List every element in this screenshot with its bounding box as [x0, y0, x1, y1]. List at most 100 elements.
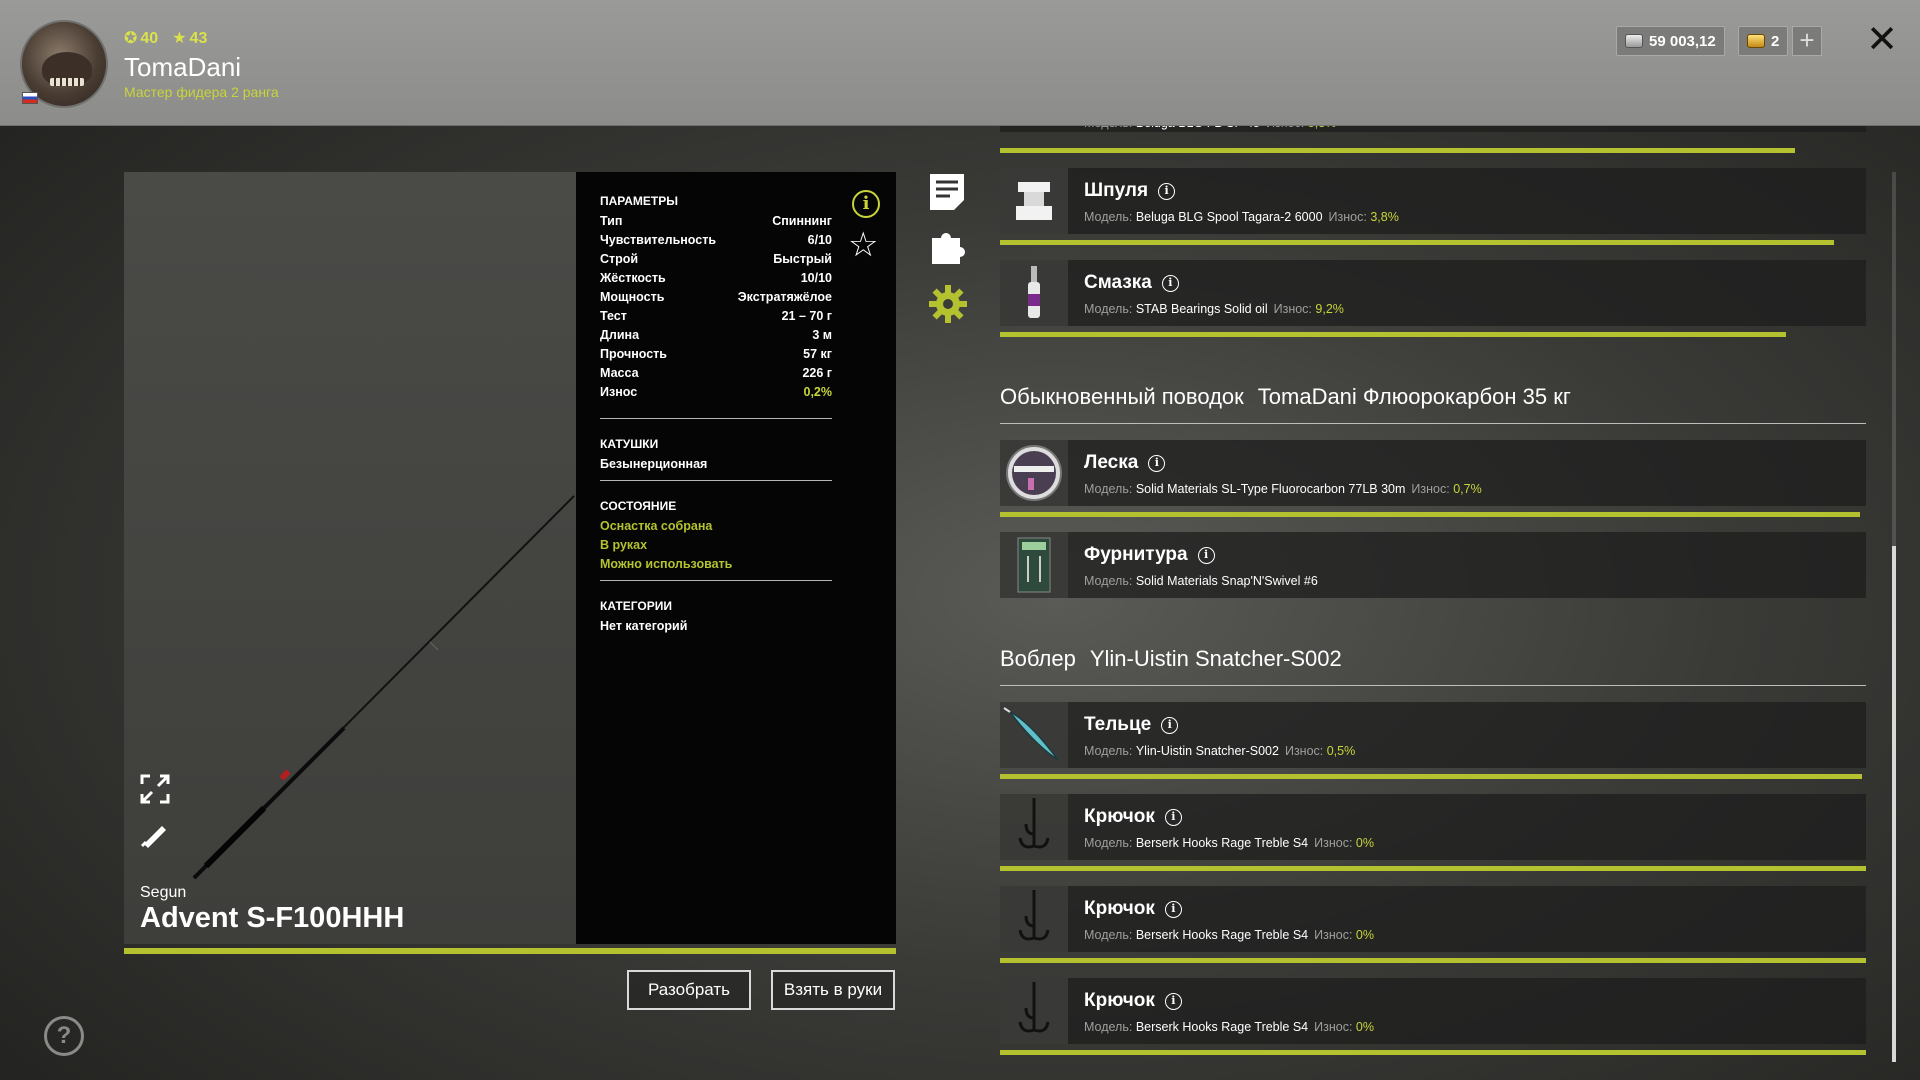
info-icon[interactable]: i	[1164, 993, 1182, 1010]
model-name: Solid Materials Snap'N'Swivel #6	[1135, 574, 1318, 588]
info-icon[interactable]: i	[1161, 717, 1179, 734]
wear-value: 0%	[1355, 1020, 1374, 1034]
wear-label: Износ:	[1411, 482, 1450, 496]
param-row: Тест 21 – 70 г	[600, 309, 832, 328]
param-row: Строй Быстрый	[600, 252, 832, 271]
section-type: Воблер	[1000, 646, 1076, 671]
list-item[interactable]: Фурнитура i Модель: Solid Materials Snap'…	[1000, 532, 1866, 598]
list-item[interactable]: Крючок i Модель: Berserk Hooks Rage Trebl…	[1000, 794, 1866, 860]
item-model: Advent S-F100HHH	[140, 902, 405, 934]
item-name: Шпуля	[1084, 180, 1149, 201]
section-name: Ylin-Uistin Snatcher-S002	[1089, 646, 1342, 671]
list-item[interactable]: Крючок i Модель: Berserk Hooks Rage Trebl…	[1000, 886, 1866, 952]
star-icon: ★	[172, 30, 187, 47]
disassemble-button[interactable]: Разобрать	[627, 970, 751, 1010]
state-usable: Можно использовать	[600, 557, 733, 571]
divider	[1000, 423, 1866, 424]
treble-hook-thumb-icon	[1000, 794, 1068, 860]
russia-flag-icon	[22, 92, 38, 104]
wear-bar	[1000, 512, 1860, 517]
list-item[interactable]: Крючок i Модель: Berserk Hooks Rage Trebl…	[1000, 978, 1866, 1044]
wear-bar	[1000, 332, 1786, 337]
info-icon[interactable]: i	[852, 190, 880, 218]
info-icon[interactable]: i	[1148, 455, 1166, 472]
info-icon[interactable]: i	[1164, 809, 1182, 826]
param-value: Спиннинг	[772, 214, 832, 228]
wear-label: Износ:	[1314, 928, 1353, 942]
param-value: 57 кг	[803, 347, 832, 361]
param-value: 10/10	[800, 271, 832, 285]
player-rank: Мастер фидера 2 ранга	[124, 84, 279, 100]
model-label: Модель:	[1084, 836, 1133, 850]
list-item[interactable]: Леска i Модель: Solid Materials SL-Type F…	[1000, 440, 1866, 506]
close-button[interactable]: ✕	[1862, 20, 1902, 60]
param-value: Быстрый	[773, 252, 832, 266]
param-row: Прочность 57 кг	[600, 347, 832, 366]
treble-hook-thumb-icon	[1000, 978, 1068, 1044]
favorite-star-icon[interactable]: ☆	[848, 228, 878, 262]
wear-value: 0%	[1355, 836, 1374, 850]
divider	[600, 580, 832, 581]
param-key: Тип	[600, 214, 623, 228]
info-icon[interactable]: i	[1197, 547, 1215, 564]
puzzle-icon[interactable]	[928, 226, 966, 264]
info-icon[interactable]: i	[1161, 275, 1179, 292]
param-key: Масса	[600, 366, 639, 380]
edit-icon[interactable]	[138, 816, 172, 850]
list-item[interactable]: Шпуля i Модель: Beluga BLG Spool Tagara-2…	[1000, 168, 1866, 234]
line-spool-thumb-icon	[1000, 440, 1068, 506]
wear-label: Износ:	[1284, 744, 1324, 758]
info-icon[interactable]: i	[1158, 183, 1176, 200]
param-key: Мощность	[600, 290, 665, 304]
item-name: Крючок	[1084, 898, 1155, 919]
divider	[1000, 685, 1866, 686]
silver-balance: 59 003,12	[1616, 26, 1725, 56]
model-label: Модель:	[1084, 928, 1133, 942]
take-in-hands-button[interactable]: Взять в руки	[771, 970, 895, 1010]
params-table: Тип Спиннинг Чувствительность 6/10 Строй Бы…	[600, 214, 872, 404]
section-title-lure: Воблер Ylin-Uistin Snatcher-S002	[1000, 646, 1342, 672]
wear-label: Износ:	[1314, 836, 1353, 850]
params-panel: i ☆ ПАРАМЕТРЫ Тип Спиннинг Чувствительнос…	[576, 172, 896, 944]
model-label: Модель:	[1084, 210, 1133, 224]
params-title: ПАРАМЕТРЫ	[600, 194, 678, 208]
state-in-hands: В руках	[600, 538, 648, 552]
param-key: Чувствительность	[600, 233, 717, 247]
model-name: STAB Bearings Solid oil	[1135, 302, 1268, 316]
wear-value: 0%	[1355, 928, 1374, 942]
param-row: Масса 226 г	[600, 366, 832, 385]
add-gold-button[interactable]: +	[1792, 26, 1822, 56]
wear-value: 0,7%	[1453, 482, 1482, 496]
coin-icon: ✪	[124, 30, 138, 47]
param-value: 6/10	[807, 233, 832, 247]
item-name: Крючок	[1084, 990, 1155, 1011]
param-key: Прочность	[600, 347, 667, 361]
info-icon[interactable]: i	[1164, 901, 1182, 918]
wear-bar	[1000, 866, 1866, 871]
param-row: Жёсткость 10/10	[600, 271, 832, 290]
wear-bar	[1000, 1050, 1866, 1055]
section-name: TomaDani Флюорокарбон 35 кг	[1257, 384, 1571, 409]
categories-value: Нет категорий	[600, 619, 688, 633]
model-name: Ylin-Uistin Snatcher-S002	[1135, 744, 1279, 758]
notes-icon[interactable]	[928, 172, 966, 210]
gold-amount: 2	[1771, 32, 1780, 50]
reels-title: КАТУШКИ	[600, 437, 659, 451]
wear-value: 0,5%	[1326, 744, 1356, 758]
gear-icon[interactable]	[928, 284, 967, 323]
param-row: Мощность Экстратяжёлое	[600, 290, 832, 309]
list-item[interactable]: Тельце i Модель: Ylin-Uistin Snatcher-S00…	[1000, 702, 1866, 768]
rod-image	[192, 495, 575, 880]
item-brand: Segun	[140, 884, 187, 901]
model-name: Berserk Hooks Rage Treble S4	[1135, 1020, 1309, 1034]
scrollbar-thumb[interactable]	[1892, 546, 1896, 1062]
section-type: Обыкновенный поводок	[1000, 384, 1244, 409]
help-icon[interactable]: ?	[44, 1016, 84, 1056]
oil-bottle-thumb-icon	[1000, 260, 1068, 326]
expand-icon[interactable]	[138, 772, 172, 806]
model-name: Solid Materials SL-Type Fluorocarbon 77L…	[1135, 482, 1406, 496]
rod-wear-bar	[124, 948, 896, 954]
list-item[interactable]: Смазка i Модель: STAB Bearings Solid oil И…	[1000, 260, 1866, 326]
item-preview: Segun Advent S-F100HHH	[124, 172, 576, 944]
coins-count: 40	[140, 30, 159, 47]
